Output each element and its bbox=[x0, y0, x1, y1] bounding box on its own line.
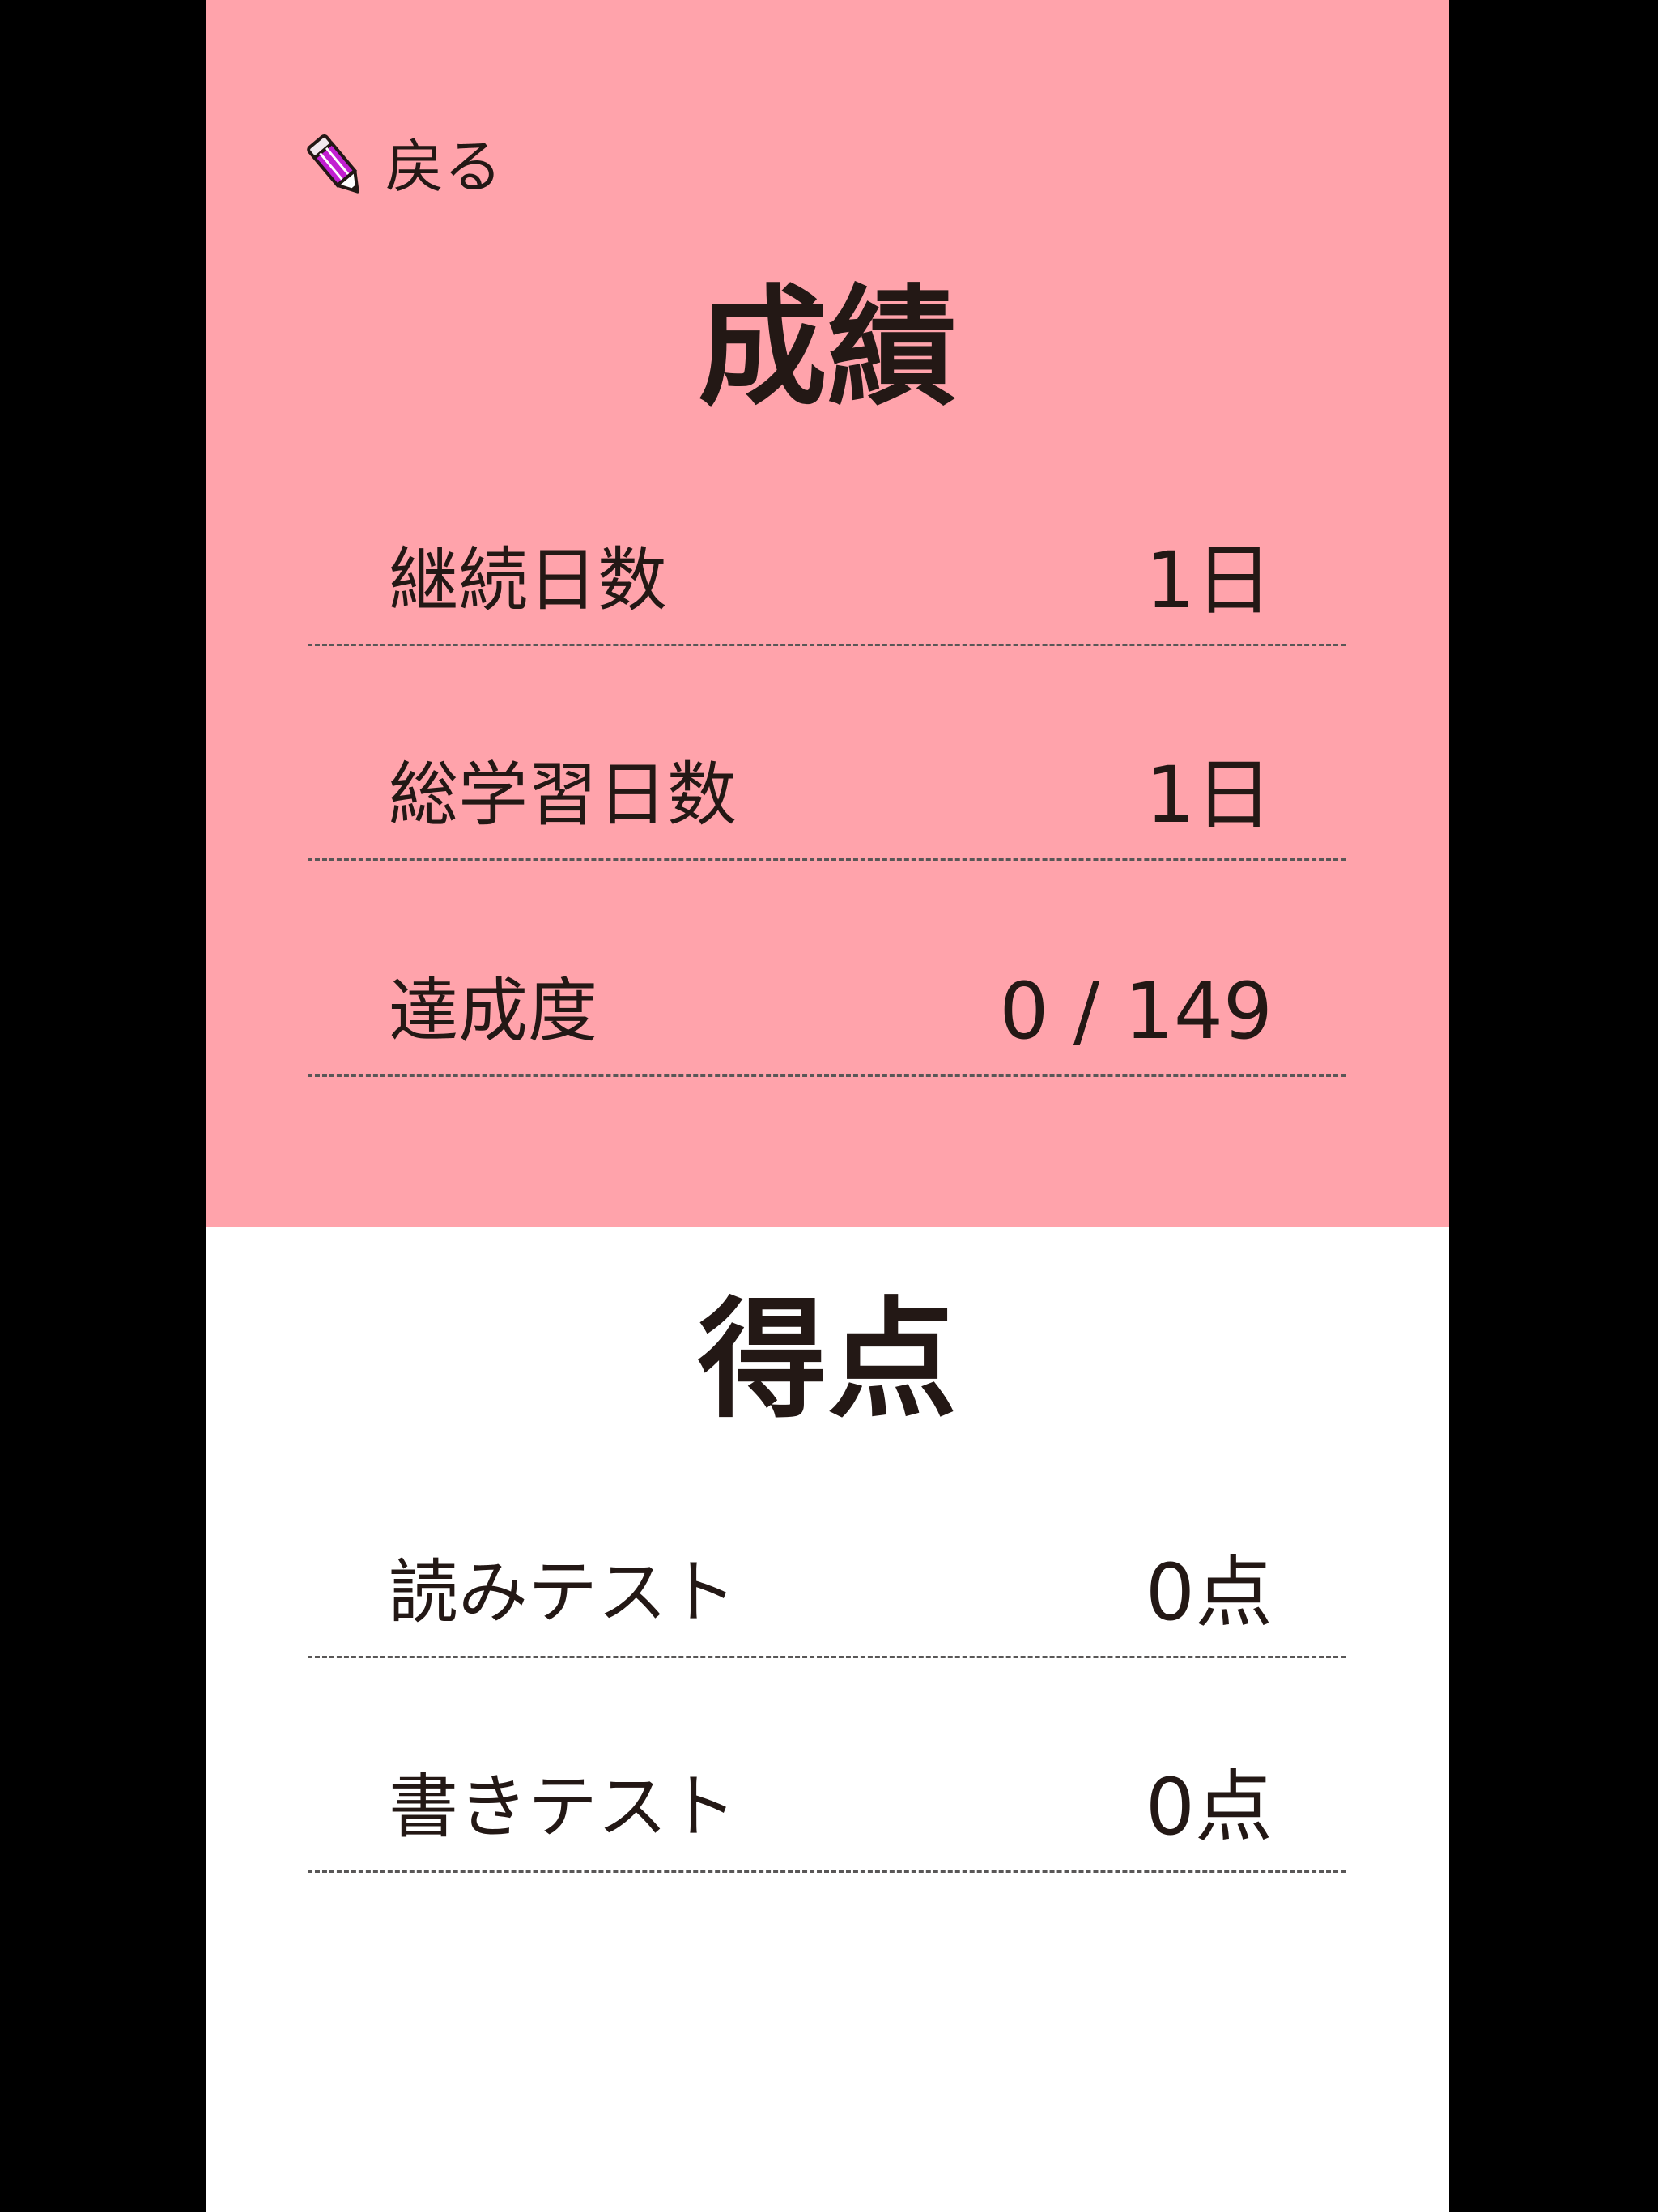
back-button[interactable]: 戻る bbox=[306, 130, 502, 204]
stat-row-achievement: 達成度 0 / 149 bbox=[308, 969, 1346, 1077]
performance-title: 成績 bbox=[697, 272, 957, 423]
scores-title: 得点 bbox=[697, 1284, 957, 1436]
stat-value: 0点 bbox=[1145, 1547, 1273, 1638]
stat-value: 0点 bbox=[1145, 1762, 1273, 1853]
stat-label: 読みテスト bbox=[389, 1552, 737, 1633]
stat-row-total-study-days: 総学習日数 1日 bbox=[308, 753, 1346, 861]
score-row-reading-test: 読みテスト 0点 bbox=[308, 1551, 1346, 1658]
stat-value: 0 / 149 bbox=[999, 966, 1273, 1057]
stat-value: 1日 bbox=[1145, 750, 1273, 840]
stat-row-streak-days: 継続日数 1日 bbox=[308, 538, 1346, 646]
performance-panel: 戻る 成績 継続日数 1日 総学習日数 1日 達成度 0 / 149 bbox=[206, 0, 1449, 1227]
stat-label: 継続日数 bbox=[389, 540, 667, 621]
stat-value: 1日 bbox=[1145, 535, 1273, 626]
stat-label: 総学習日数 bbox=[389, 755, 737, 836]
pencil-icon bbox=[306, 133, 368, 201]
stat-label: 達成度 bbox=[389, 971, 597, 1052]
score-row-writing-test: 書きテスト 0点 bbox=[308, 1765, 1346, 1873]
stat-label: 書きテスト bbox=[389, 1767, 737, 1848]
app-screen: 戻る 成績 継続日数 1日 総学習日数 1日 達成度 0 / 149 得点 読み… bbox=[206, 0, 1449, 2212]
back-label: 戻る bbox=[385, 133, 503, 201]
